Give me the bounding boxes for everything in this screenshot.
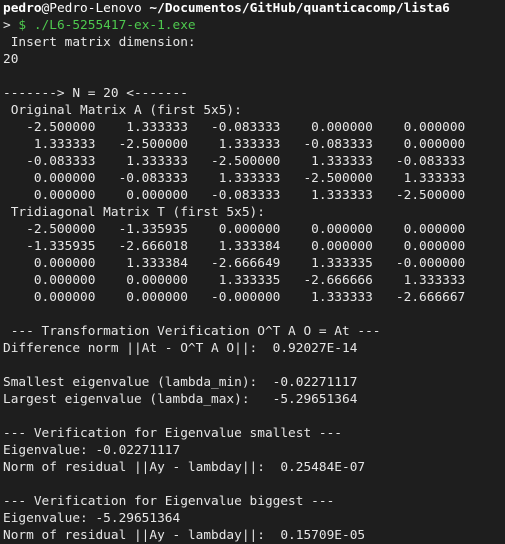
output-line: -0.083333 1.333333 -2.500000 1.333333 -0… [3, 154, 466, 169]
output-line: Eigenvalue: -5.29651364 [3, 511, 181, 526]
output-line: Insert matrix dimension: [3, 35, 196, 50]
output-line: Largest eigenvalue (lambda_max): -5.2965… [3, 392, 358, 407]
output-line: Norm of residual ||Ay - lambday||: 0.157… [3, 528, 366, 543]
prompt-path: ~/Documentos/GitHub/quanticacomp/lista6 [141, 1, 450, 16]
command-line: > $ ./L6-5255417-ex-1.exe [3, 17, 505, 34]
output-line: Original Matrix A (first 5x5): [3, 103, 242, 118]
output-line: -2.500000 -1.335935 0.000000 0.000000 0.… [3, 222, 466, 237]
command-text: $ ./L6-5255417-ex-1.exe [18, 18, 196, 33]
output-line: --- Transformation Verification O^T A O … [3, 324, 381, 339]
output-line: Norm of residual ||Ay - lambday||: 0.254… [3, 460, 366, 475]
output-line: 20 [3, 52, 19, 67]
prompt-title-line: pedro@Pedro-Lenovo ~/Documentos/GitHub/q… [3, 0, 505, 17]
prompt-symbol: > [3, 18, 19, 33]
output-line: --- Verification for Eigenvalue biggest … [3, 494, 335, 509]
output-line: 0.000000 1.333384 -2.666649 1.333335 -0.… [3, 256, 466, 271]
output-line: -1.335935 -2.666018 1.333384 0.000000 0.… [3, 239, 466, 254]
output-line: 1.333333 -2.500000 1.333333 -0.083333 0.… [3, 137, 466, 152]
prompt-host: @Pedro-Lenovo [41, 1, 142, 16]
output-line: Eigenvalue: -0.02271117 [3, 443, 181, 458]
output-line: 0.000000 -0.083333 1.333333 -2.500000 1.… [3, 171, 466, 186]
output-line: Difference norm ||At - O^T A O||: 0.9202… [3, 341, 358, 356]
output-line: 0.000000 0.000000 1.333335 -2.666666 1.3… [3, 273, 466, 288]
output-line: Smallest eigenvalue (lambda_min): -0.022… [3, 375, 358, 390]
output-line: 0.000000 0.000000 -0.083333 1.333333 -2.… [3, 188, 466, 203]
prompt-user: pedro [3, 1, 42, 16]
terminal-window[interactable]: pedro@Pedro-Lenovo ~/Documentos/GitHub/q… [0, 0, 505, 544]
output-line: --- Verification for Eigenvalue smallest… [3, 426, 342, 441]
output-line: -------> N = 20 <------- [3, 86, 188, 101]
output-line: 0.000000 0.000000 -0.000000 1.333333 -2.… [3, 290, 466, 305]
output-line: Tridiagonal Matrix T (first 5x5): [3, 205, 265, 220]
output-line: -2.500000 1.333333 -0.083333 0.000000 0.… [3, 120, 466, 135]
